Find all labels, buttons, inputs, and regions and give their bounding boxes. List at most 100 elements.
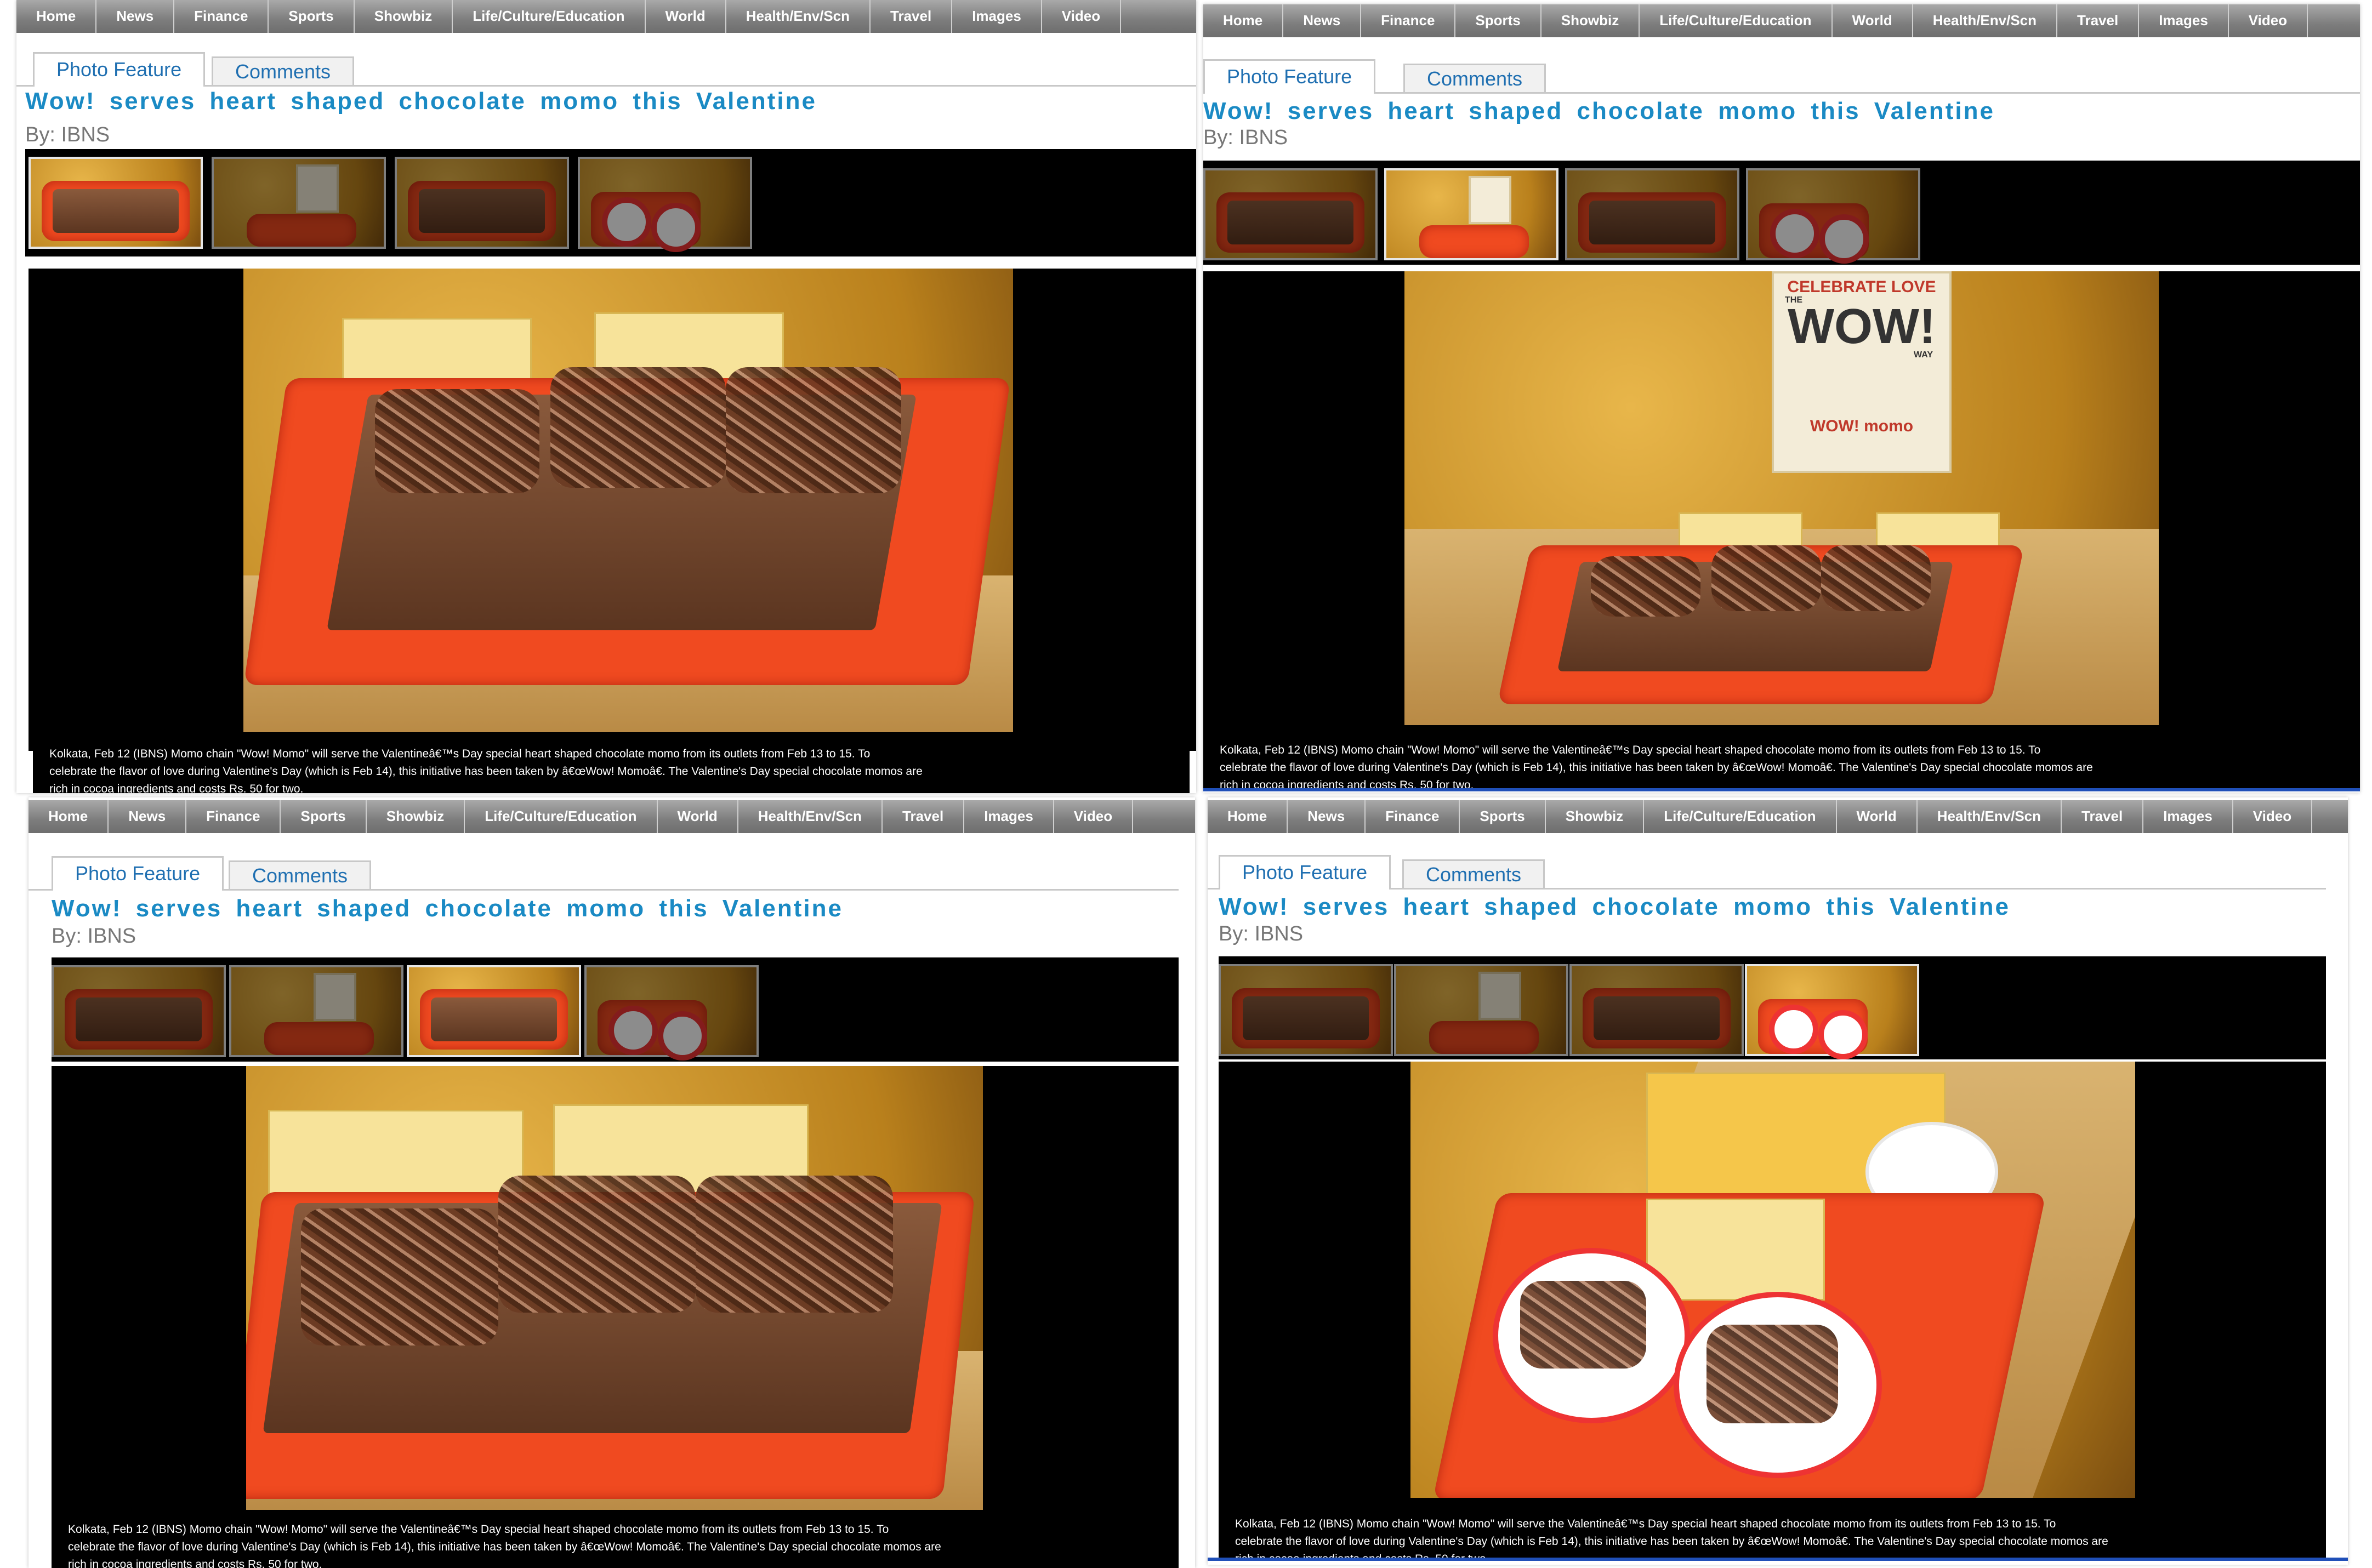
nav-images[interactable]: Images	[2143, 800, 2233, 833]
nav-news[interactable]: News	[1283, 4, 1362, 37]
nav-showbiz[interactable]: Showbiz	[355, 0, 453, 33]
nav-news[interactable]: News	[1288, 800, 1366, 833]
thumbnail-3[interactable]	[1565, 168, 1739, 260]
nav-travel[interactable]: Travel	[2057, 4, 2140, 37]
thumbnail-1[interactable]	[29, 157, 203, 249]
thumbnail-1[interactable]	[1203, 168, 1378, 260]
top-navigation: Home News Finance Sports Showbiz Life/Cu…	[1208, 800, 2348, 833]
nav-showbiz[interactable]: Showbiz	[1541, 4, 1640, 37]
scroll-highlight-bar	[1208, 1558, 2348, 1561]
thumbnail-2[interactable]	[229, 965, 403, 1057]
nav-images[interactable]: Images	[952, 0, 1042, 33]
top-navigation: Home News Finance Sports Showbiz Life/Cu…	[1203, 4, 2360, 37]
thumbnail-3[interactable]	[395, 157, 569, 249]
scroll-highlight-bar	[1203, 788, 2360, 791]
tab-bar: Photo Feature Comments	[1208, 855, 2326, 890]
wow-logo: WOW!	[1788, 299, 1936, 354]
nav-health-env-scn[interactable]: Health/Env/Scn	[1913, 4, 2058, 37]
tab-bar: Photo Feature Comments	[29, 856, 1179, 891]
nav-life-culture-education[interactable]: Life/Culture/Education	[465, 800, 658, 833]
sign-way: WAY	[1914, 350, 1933, 360]
article-title: Wow! serves heart shaped chocolate momo …	[1219, 893, 2010, 920]
main-photo	[243, 269, 1013, 732]
main-photo-frame: CELEBRATE LOVE THE WOW! WAY WOW! momo	[1203, 271, 2360, 737]
nav-sports[interactable]: Sports	[269, 0, 355, 33]
nav-world[interactable]: World	[1833, 4, 1913, 37]
nav-finance[interactable]: Finance	[1366, 800, 1460, 833]
nav-news[interactable]: News	[109, 800, 187, 833]
sign-brand: WOW! momo	[1810, 417, 1914, 435]
tab-comments[interactable]: Comments	[212, 56, 355, 85]
article-byline: By: IBNS	[25, 123, 110, 146]
article-title: Wow! serves heart shaped chocolate momo …	[52, 895, 843, 922]
top-navigation: Home News Finance Sports Showbiz Life/Cu…	[29, 800, 1195, 833]
nav-travel[interactable]: Travel	[871, 0, 953, 33]
tab-photo-feature[interactable]: Photo Feature	[33, 52, 206, 87]
nav-sports[interactable]: Sports	[281, 800, 367, 833]
nav-finance[interactable]: Finance	[1361, 4, 1456, 37]
nav-life-culture-education[interactable]: Life/Culture/Education	[453, 0, 646, 33]
nav-life-culture-education[interactable]: Life/Culture/Education	[1644, 800, 1837, 833]
tab-comments[interactable]: Comments	[1402, 859, 1545, 888]
nav-video[interactable]: Video	[1054, 800, 1134, 833]
nav-travel[interactable]: Travel	[883, 800, 965, 833]
thumbnail-3[interactable]	[407, 965, 581, 1057]
thumbnail-3[interactable]	[1569, 964, 1744, 1056]
article-byline: By: IBNS	[1203, 126, 1288, 149]
nav-video[interactable]: Video	[1042, 0, 1122, 33]
thumbnail-2[interactable]	[1384, 168, 1558, 260]
nav-images[interactable]: Images	[964, 800, 1054, 833]
caption-line-2: celebrate the flavor of love during Vale…	[1235, 1535, 2108, 1548]
tab-comments[interactable]: Comments	[229, 860, 372, 889]
nav-travel[interactable]: Travel	[2062, 800, 2144, 833]
photo-caption: Kolkata, Feb 12 (IBNS) Momo chain "Wow! …	[52, 1510, 1179, 1568]
nav-images[interactable]: Images	[2139, 4, 2229, 37]
thumbnail-2[interactable]	[1394, 964, 1568, 1056]
nav-home[interactable]: Home	[29, 800, 109, 833]
thumbnail-4[interactable]	[584, 965, 759, 1060]
nav-video[interactable]: Video	[2233, 800, 2313, 833]
caption-line-1: Kolkata, Feb 12 (IBNS) Momo chain "Wow! …	[1220, 744, 2041, 756]
nav-showbiz[interactable]: Showbiz	[1546, 800, 1645, 833]
thumbnail-1[interactable]	[1219, 964, 1393, 1056]
top-navigation: Home News Finance Sports Showbiz Life/Cu…	[16, 0, 1196, 33]
nav-world[interactable]: World	[1837, 800, 1918, 833]
nav-news[interactable]: News	[96, 0, 175, 33]
tab-bar: Photo Feature Comments	[1203, 59, 2360, 94]
screenshot-panel-3: Home News Finance Sports Showbiz Life/Cu…	[29, 797, 1195, 1568]
nav-world[interactable]: World	[658, 800, 738, 833]
thumbnail-4[interactable]	[1745, 964, 1919, 1059]
thumbnail-strip	[1219, 956, 2326, 1059]
thumbnail-strip	[52, 957, 1179, 1062]
thumbnail-1[interactable]	[52, 965, 226, 1057]
nav-life-culture-education[interactable]: Life/Culture/Education	[1640, 4, 1833, 37]
nav-finance[interactable]: Finance	[174, 0, 269, 33]
nav-video[interactable]: Video	[2229, 4, 2308, 37]
thumbnail-4[interactable]	[1746, 168, 1920, 264]
nav-world[interactable]: World	[646, 0, 726, 33]
thumbnail-4[interactable]	[578, 157, 752, 252]
nav-home[interactable]: Home	[16, 0, 97, 33]
caption-line-1: Kolkata, Feb 12 (IBNS) Momo chain "Wow! …	[1235, 1518, 2056, 1530]
nav-sports[interactable]: Sports	[1455, 4, 1541, 37]
nav-health-env-scn[interactable]: Health/Env/Scn	[726, 0, 871, 33]
nav-home[interactable]: Home	[1203, 4, 1284, 37]
tab-comments[interactable]: Comments	[1403, 64, 1546, 92]
nav-health-env-scn[interactable]: Health/Env/Scn	[1918, 800, 2062, 833]
nav-showbiz[interactable]: Showbiz	[367, 800, 465, 833]
caption-line-1: Kolkata, Feb 12 (IBNS) Momo chain "Wow! …	[68, 1523, 889, 1536]
nav-home[interactable]: Home	[1208, 800, 1288, 833]
tab-photo-feature[interactable]: Photo Feature	[52, 856, 224, 891]
nav-sports[interactable]: Sports	[1460, 800, 1546, 833]
sign-sub: THE	[1785, 295, 1802, 305]
photo-caption: Kolkata, Feb 12 (IBNS) Momo chain "Wow! …	[1219, 1504, 2326, 1559]
thumbnail-2[interactable]	[212, 157, 386, 249]
tab-photo-feature[interactable]: Photo Feature	[1203, 59, 1376, 94]
nav-finance[interactable]: Finance	[186, 800, 281, 833]
nav-health-env-scn[interactable]: Health/Env/Scn	[738, 800, 883, 833]
photo-caption: Kolkata, Feb 12 (IBNS) Momo chain "Wow! …	[1203, 731, 2360, 791]
caption-line-3: rich in cocoa ingredients and costs Rs. …	[49, 783, 304, 793]
tab-bar: Photo Feature Comments	[16, 52, 1196, 87]
tab-photo-feature[interactable]: Photo Feature	[1219, 855, 1391, 890]
sign-headline: CELEBRATE LOVE	[1787, 278, 1936, 296]
